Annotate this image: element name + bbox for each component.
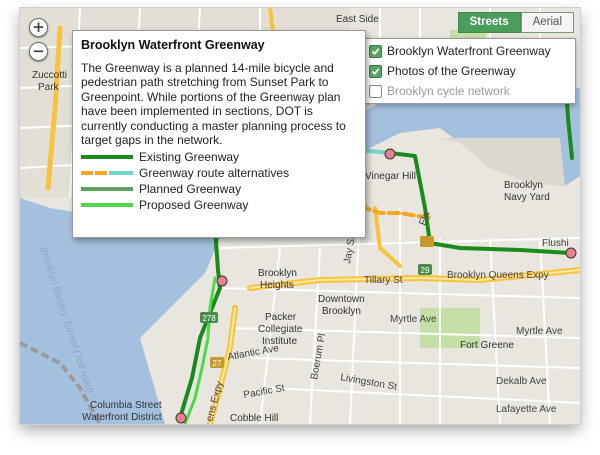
checkbox-checked-icon[interactable] [369, 44, 382, 58]
zoom-out-button[interactable]: − [29, 42, 48, 61]
label-vinegar-hill: Vinegar Hill [365, 171, 416, 182]
legend-label: Existing Greenway [139, 150, 240, 165]
label-downtown-2: Brooklyn [322, 306, 361, 317]
layer-label: Brooklyn Waterfront Greenway [387, 44, 551, 58]
label-flushing: Flushi [542, 238, 569, 249]
label-dekalb: Dekalb Ave [496, 376, 547, 387]
label-brooklyn-heights-1: Brooklyn [258, 268, 297, 279]
legend-swatch-existing [81, 155, 133, 160]
label-lafayette: Lafayette Ave [496, 404, 557, 415]
legend-row: Existing Greenway [81, 149, 365, 165]
label-tillary: Tillary St [364, 275, 403, 286]
label-myrtle-1: Myrtle Ave [390, 314, 437, 325]
label-bqe: Brooklyn Queens Expy [447, 270, 549, 281]
info-window: Brooklyn Waterfront Greenway The Greenwa… [72, 30, 366, 238]
legend-label: Proposed Greenway [139, 198, 249, 213]
svg-text:27: 27 [213, 359, 222, 368]
info-title: Brooklyn Waterfront Greenway [81, 38, 265, 52]
label-cobble-hill: Cobble Hill [230, 413, 278, 424]
label-columbia-2: Waterfront District [82, 412, 162, 423]
layers-panel: Brooklyn Waterfront Greenway Photos of t… [362, 38, 576, 104]
checkbox-unchecked-icon[interactable] [369, 84, 382, 98]
label-zuccotti: Zuccotti [32, 70, 67, 81]
layer-greenway[interactable]: Brooklyn Waterfront Greenway [363, 41, 575, 61]
legend-swatch-planned [81, 187, 133, 192]
map-type-control: Streets Aerial [457, 12, 574, 33]
checkbox-checked-icon[interactable] [369, 64, 382, 78]
legend-swatch-alternatives [81, 171, 133, 176]
label-packer-1: Packer [265, 312, 297, 323]
label-park: Park [38, 82, 60, 93]
legend-swatch-proposed [81, 203, 133, 208]
label-east-side: East Side [336, 14, 379, 25]
layer-label: Photos of the Greenway [387, 64, 516, 78]
label-brooklyn-navy-1: Brooklyn [504, 180, 543, 191]
label-downtown-1: Downtown [318, 294, 365, 305]
layer-cycle-network[interactable]: Brooklyn cycle network [363, 81, 575, 101]
label-packer-2: Collegiate [258, 324, 303, 335]
label-brooklyn-navy-2: Navy Yard [504, 192, 550, 203]
legend: Existing Greenway Greenway route alterna… [81, 149, 365, 213]
svg-text:29: 29 [421, 266, 430, 275]
legend-row: Greenway route alternatives [81, 165, 365, 181]
legend-label: Greenway route alternatives [139, 166, 290, 181]
legend-label: Planned Greenway [139, 182, 242, 197]
label-fort-greene: Fort Greene [460, 340, 514, 351]
label-brooklyn-heights-2: Heights [260, 280, 294, 291]
streets-button[interactable]: Streets [457, 12, 521, 33]
info-body: The Greenway is a planned 14-mile bicycl… [81, 61, 346, 148]
zoom-in-button[interactable]: + [29, 18, 48, 37]
layer-label: Brooklyn cycle network [387, 84, 510, 98]
aerial-button[interactable]: Aerial [520, 12, 574, 33]
map-viewport[interactable]: 278 29 27 East Side Zuccotti Park Vinega… [20, 8, 580, 424]
svg-text:278: 278 [202, 314, 216, 323]
legend-row: Proposed Greenway [81, 197, 365, 213]
layer-photos[interactable]: Photos of the Greenway [363, 61, 575, 81]
legend-row: Planned Greenway [81, 181, 365, 197]
label-myrtle-2: Myrtle Ave [516, 326, 563, 337]
label-columbia-1: Columbia Street [90, 400, 162, 411]
